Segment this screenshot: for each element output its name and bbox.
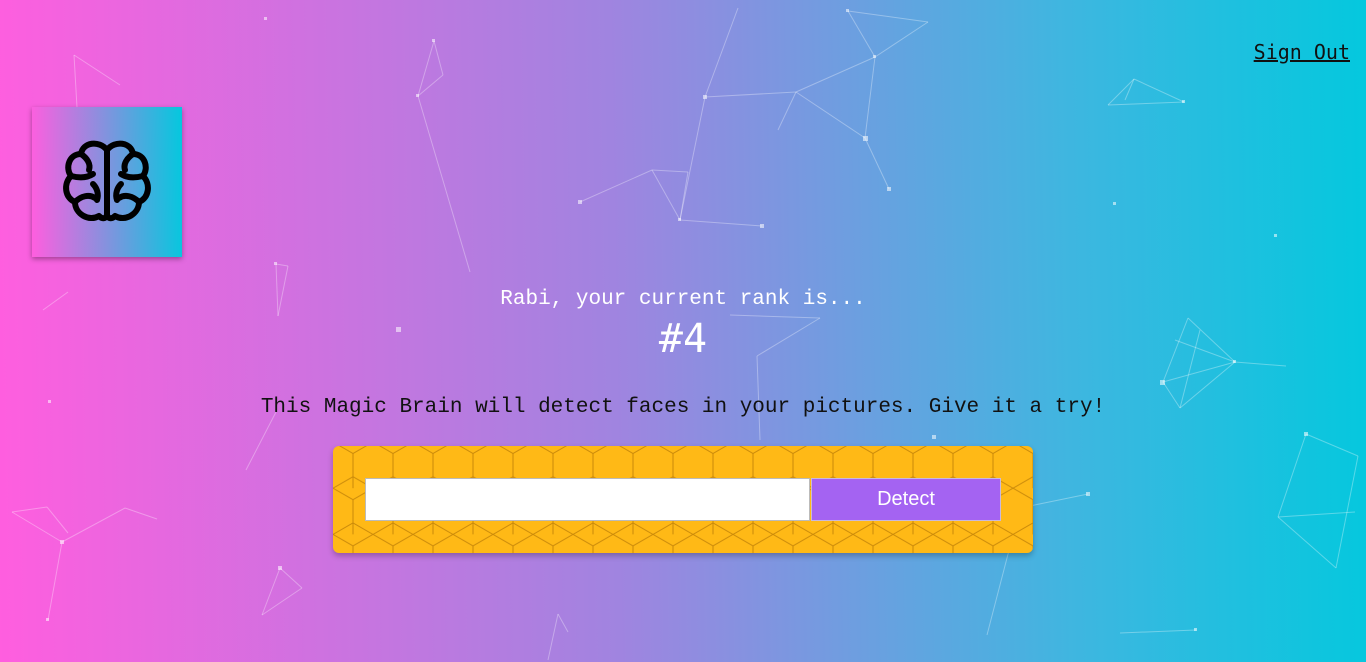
rank-message: Rabi, your current rank is... bbox=[500, 288, 866, 311]
brain-logo bbox=[32, 107, 182, 257]
intro-text: This Magic Brain will detect faces in yo… bbox=[260, 396, 1106, 419]
rank-value: #4 bbox=[658, 316, 708, 362]
image-link-form: Detect bbox=[333, 446, 1033, 553]
sign-out-link[interactable]: Sign Out bbox=[1254, 40, 1350, 64]
detect-button[interactable]: Detect bbox=[811, 478, 1001, 521]
brain-icon bbox=[63, 140, 151, 222]
image-url-input[interactable] bbox=[365, 478, 810, 521]
